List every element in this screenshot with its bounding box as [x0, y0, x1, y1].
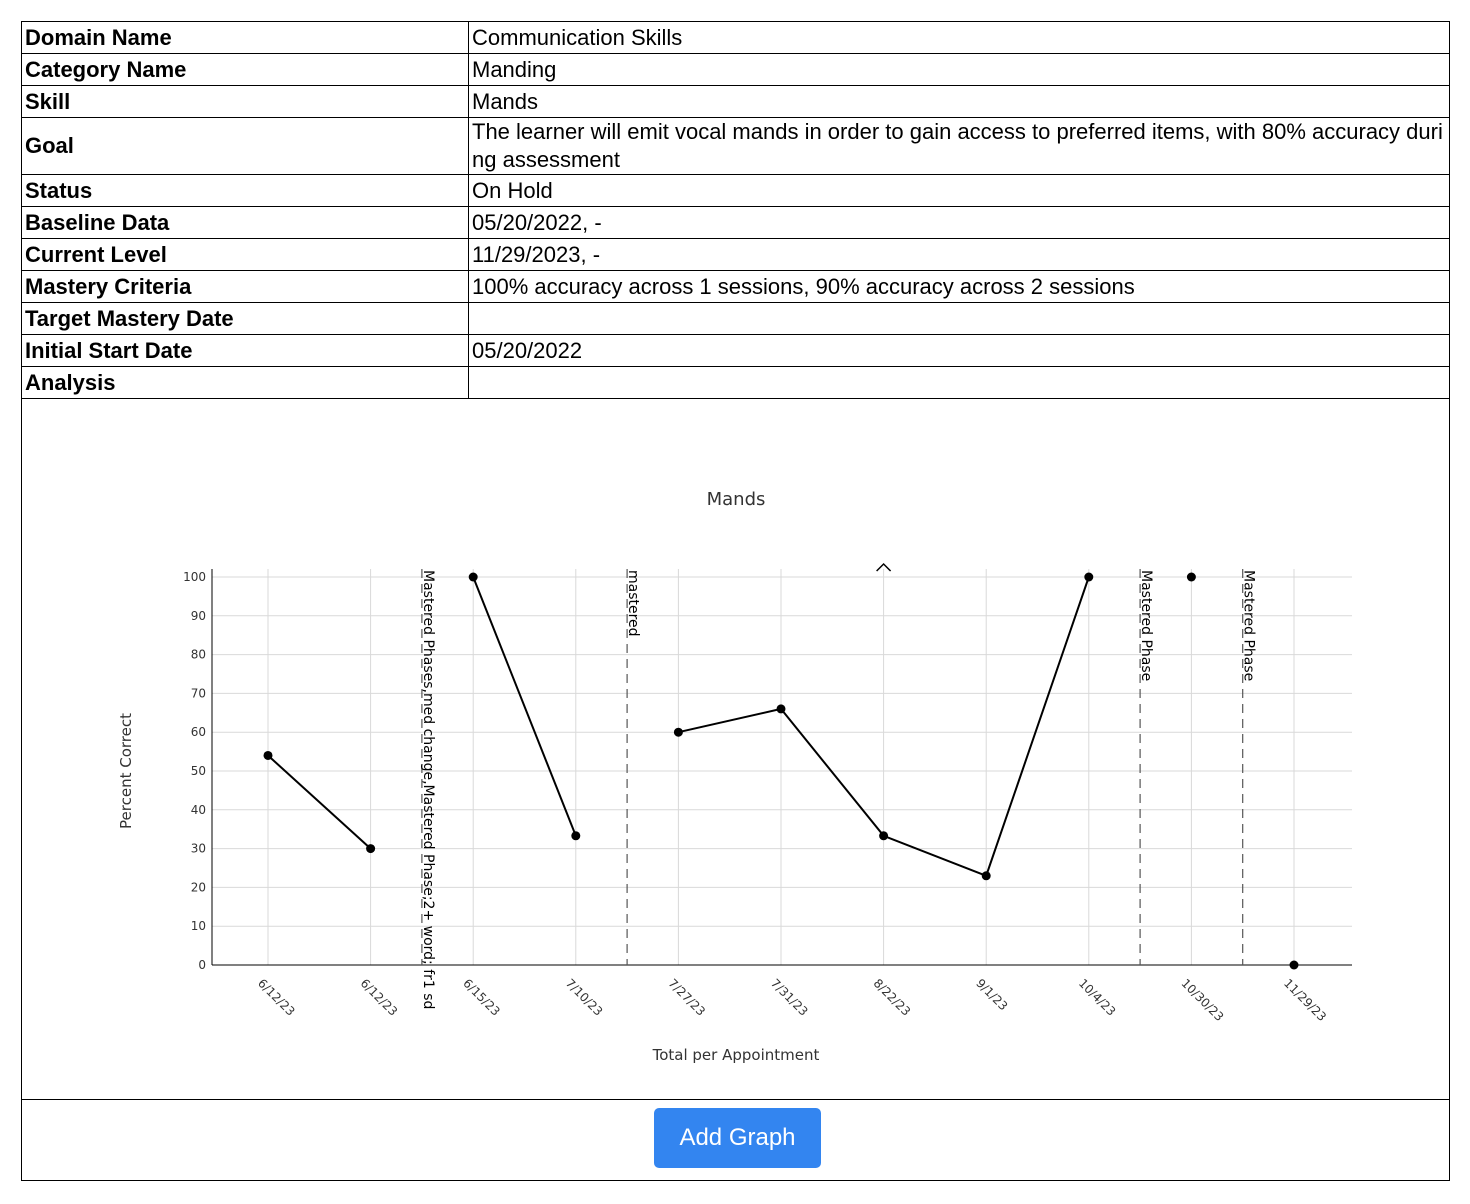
data-point: [468, 572, 478, 582]
info-row: Current Level 11/29/2023, -: [21, 238, 1450, 271]
info-row: Target Mastery Date: [21, 302, 1450, 335]
add-graph-button[interactable]: Add Graph: [654, 1108, 821, 1168]
goal-info-table: Domain Name Communication Skills Category …: [21, 21, 1450, 399]
goal-report: Domain Name Communication Skills Category …: [21, 21, 1450, 1181]
info-label: Analysis: [21, 366, 469, 399]
info-label: Baseline Data: [21, 206, 469, 239]
x-tick-label: 11/29/23: [1281, 976, 1329, 1024]
info-label: Status: [21, 174, 469, 207]
info-row: Goal The learner will emit vocal mands in…: [21, 117, 1450, 175]
x-tick-label: 7/31/23: [768, 976, 811, 1019]
y-axis-title: Percent Correct: [117, 713, 135, 829]
y-tick-label: 70: [191, 686, 206, 700]
y-tick-label: 0: [198, 958, 206, 972]
x-tick-label: 6/15/23: [460, 976, 503, 1019]
info-value: Mands: [468, 85, 1450, 118]
x-tick-label: 7/27/23: [665, 976, 708, 1019]
info-value: On Hold: [468, 174, 1450, 207]
info-row: Baseline Data 05/20/2022, -: [21, 206, 1450, 239]
phase-change-label: mastered: [625, 570, 641, 637]
x-tick-label: 7/10/23: [563, 976, 606, 1019]
x-tick-label: 8/22/23: [871, 976, 914, 1019]
x-tick-label: 10/30/23: [1178, 976, 1226, 1024]
data-point: [263, 750, 273, 760]
info-label: Current Level: [21, 238, 469, 271]
mands-line-chart: 0 10 20 30 40 50 60 70 80 90 100 6/12/23 6/12/23 6/15…: [117, 489, 1352, 1064]
phase-change-label: Mastered Phases,med change,Mastered Phas…: [420, 570, 436, 1009]
info-label: Domain Name: [21, 21, 469, 54]
y-tick-label: 40: [191, 803, 206, 817]
chart-container: 0 10 20 30 40 50 60 70 80 90 100 6/12/23 6/12/23 6/15…: [21, 399, 1450, 1100]
series-line-segment: [267, 754, 372, 850]
info-row: Analysis: [21, 366, 1450, 399]
data-point: [571, 831, 581, 841]
info-row: Category Name Manding: [21, 53, 1450, 86]
x-tick-label: 6/12/23: [358, 976, 401, 1019]
data-point: [1289, 960, 1299, 970]
info-row: Initial Start Date 05/20/2022: [21, 334, 1450, 367]
info-row: Status On Hold: [21, 174, 1450, 207]
info-row: Mastery Criteria 100% accuracy across 1 s…: [21, 270, 1450, 303]
data-point: [776, 704, 786, 714]
info-label: Target Mastery Date: [21, 302, 469, 335]
x-tick-label: 9/1/23: [973, 976, 1010, 1013]
info-label: Skill: [21, 85, 469, 118]
info-value: [468, 302, 1450, 335]
x-axis-title: Total per Appointment: [652, 1046, 820, 1064]
y-tick-label: 50: [191, 764, 206, 778]
info-value: 100% accuracy across 1 sessions, 90% acc…: [468, 270, 1450, 303]
info-label: Category Name: [21, 53, 469, 86]
phase-change-label: Mastered Phase: [1138, 570, 1154, 681]
x-tick-label: 10/4/23: [1076, 976, 1119, 1019]
phase-change-label: Mastered Phase: [1241, 570, 1257, 681]
info-value: Communication Skills: [468, 21, 1450, 54]
data-point: [673, 727, 683, 737]
info-value: The learner will emit vocal mands in ord…: [468, 117, 1450, 175]
info-label: Goal: [21, 117, 469, 175]
data-point: [1186, 572, 1196, 582]
y-tick-label: 30: [191, 842, 206, 856]
chart-title: Mands: [707, 489, 766, 510]
info-value: 11/29/2023, -: [468, 238, 1450, 271]
data-point: [366, 844, 376, 854]
data-point: [981, 871, 991, 881]
data-point: [1084, 572, 1094, 582]
info-value: [468, 366, 1450, 399]
info-value: 05/20/2022, -: [468, 206, 1450, 239]
data-point: [879, 831, 889, 841]
button-row: Add Graph: [21, 1100, 1450, 1181]
y-tick-label: 80: [191, 648, 206, 662]
info-value: 05/20/2022: [468, 334, 1450, 367]
y-tick-label: 60: [191, 725, 206, 739]
x-tick-label: 6/12/23: [255, 976, 298, 1019]
info-label: Initial Start Date: [21, 334, 469, 367]
info-value: Manding: [468, 53, 1450, 86]
info-label: Mastery Criteria: [21, 270, 469, 303]
info-row: Skill Mands: [21, 85, 1450, 118]
y-tick-label: 20: [191, 880, 206, 894]
info-row: Domain Name Communication Skills: [21, 21, 1450, 54]
y-tick-label: 10: [191, 919, 206, 933]
y-tick-label: 90: [191, 609, 206, 623]
y-tick-label: 100: [183, 570, 206, 584]
